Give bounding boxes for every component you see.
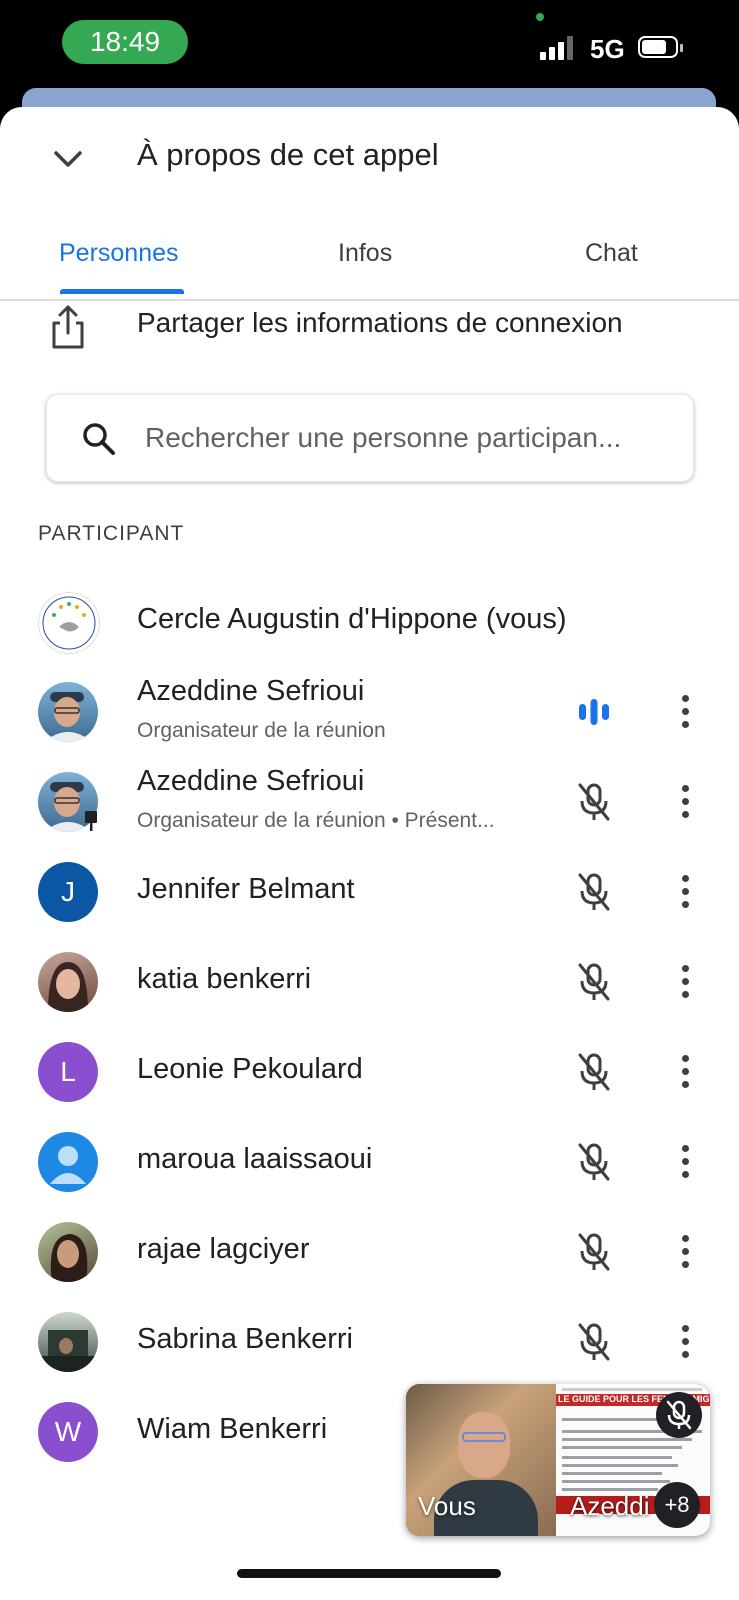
participant-name: Azeddine Sefrioui xyxy=(137,765,365,797)
participant-subtitle: Organisateur de la réunion xyxy=(137,719,386,742)
self-label: Vous xyxy=(418,1491,476,1521)
about-call-sheet: À propos de cet appel Personnes Infos Ch… xyxy=(0,107,739,1600)
more-options-button[interactable] xyxy=(670,961,700,1003)
participant-row[interactable]: Azeddine Sefrioui Organisateur de la réu… xyxy=(0,757,739,847)
participant-name: Sabrina Benkerri xyxy=(137,1323,353,1355)
initial-avatar: L xyxy=(38,1042,98,1102)
logo-avatar xyxy=(38,592,100,654)
active-tab-indicator xyxy=(60,289,184,294)
presenter-label: Azeddi xyxy=(570,1491,650,1521)
default-person-avatar xyxy=(38,1132,98,1192)
status-time: 18:49 xyxy=(62,20,188,64)
participant-name: Leonie Pekoulard xyxy=(137,1053,363,1085)
speaking-icon xyxy=(579,699,609,725)
mic-off-icon xyxy=(578,963,610,1001)
more-options-button[interactable] xyxy=(670,871,700,913)
mic-off-icon xyxy=(578,783,610,821)
network-label: 5G xyxy=(590,34,625,64)
participant-name: Jennifer Belmant xyxy=(137,873,355,905)
initial-avatar: W xyxy=(38,1402,98,1462)
initial-avatar: J xyxy=(38,862,98,922)
tab-personnes[interactable]: Personnes xyxy=(59,239,179,268)
pip-mute-indicator xyxy=(656,1392,702,1438)
photo-avatar xyxy=(38,1222,98,1282)
sheet-title: À propos de cet appel xyxy=(137,137,439,172)
battery-icon xyxy=(638,36,684,60)
search-box[interactable] xyxy=(46,394,694,482)
participant-row[interactable]: J Jennifer Belmant xyxy=(0,847,739,937)
camera-indicator-dot xyxy=(536,13,544,21)
mic-off-icon xyxy=(578,1233,610,1271)
participant-name: maroua laaissaoui xyxy=(137,1143,373,1175)
mic-off-icon xyxy=(666,1400,692,1430)
participant-name: rajae lagciyer xyxy=(137,1233,310,1265)
picture-in-picture[interactable]: Vous LE GUIDE POUR LES FEMMES MIGRA Azed… xyxy=(406,1384,710,1536)
photo-avatar xyxy=(38,682,98,742)
more-options-button[interactable] xyxy=(670,1231,700,1273)
mic-off-icon xyxy=(578,873,610,911)
more-options-button[interactable] xyxy=(670,1141,700,1183)
participant-row[interactable]: Sabrina Benkerri xyxy=(0,1297,739,1387)
participant-section-label: PARTICIPANT xyxy=(38,522,185,545)
participant-row[interactable]: maroua laaissaoui xyxy=(0,1117,739,1207)
participant-row[interactable]: Azeddine Sefrioui Organisateur de la réu… xyxy=(0,667,739,757)
share-icon xyxy=(52,305,84,349)
more-options-button[interactable] xyxy=(670,781,700,823)
participant-name: Wiam Benkerri xyxy=(137,1413,328,1445)
more-participants-count[interactable]: +8 xyxy=(654,1482,700,1528)
photo-avatar xyxy=(38,952,98,1012)
share-label: Partager les informations de connexion xyxy=(137,307,623,338)
participant-name: Cercle Augustin d'Hippone (vous) xyxy=(137,603,567,635)
search-icon xyxy=(83,423,115,455)
collapse-button[interactable] xyxy=(44,135,92,183)
tab-infos[interactable]: Infos xyxy=(338,239,392,268)
more-options-button[interactable] xyxy=(670,1321,700,1363)
presenting-pin-icon xyxy=(85,811,97,831)
participant-row[interactable]: rajae lagciyer xyxy=(0,1207,739,1297)
home-indicator[interactable] xyxy=(237,1569,501,1578)
mic-off-icon xyxy=(578,1143,610,1181)
search-input[interactable] xyxy=(145,415,675,461)
participant-name: katia benkerri xyxy=(137,963,312,995)
self-video-tile[interactable]: Vous xyxy=(406,1384,556,1536)
share-connection-info-row[interactable]: Partager les informations de connexion xyxy=(0,295,739,365)
more-options-button[interactable] xyxy=(670,691,700,733)
tab-chat[interactable]: Chat xyxy=(585,239,638,268)
photo-avatar xyxy=(38,1312,98,1372)
signal-icon xyxy=(540,36,580,60)
chevron-down-icon xyxy=(54,151,82,167)
sheet-header: À propos de cet appel xyxy=(0,107,739,207)
mic-off-icon xyxy=(578,1053,610,1091)
participant-subtitle: Organisateur de la réunion • Présent... xyxy=(137,809,495,832)
participant-row[interactable]: Cercle Augustin d'Hippone (vous) xyxy=(0,577,739,667)
participant-row[interactable]: L Leonie Pekoulard xyxy=(0,1027,739,1117)
more-options-button[interactable] xyxy=(670,1051,700,1093)
status-bar: 18:49 5G xyxy=(0,0,739,100)
participant-name: Azeddine Sefrioui xyxy=(137,675,365,707)
participant-row[interactable]: katia benkerri xyxy=(0,937,739,1027)
mic-off-icon xyxy=(578,1323,610,1361)
